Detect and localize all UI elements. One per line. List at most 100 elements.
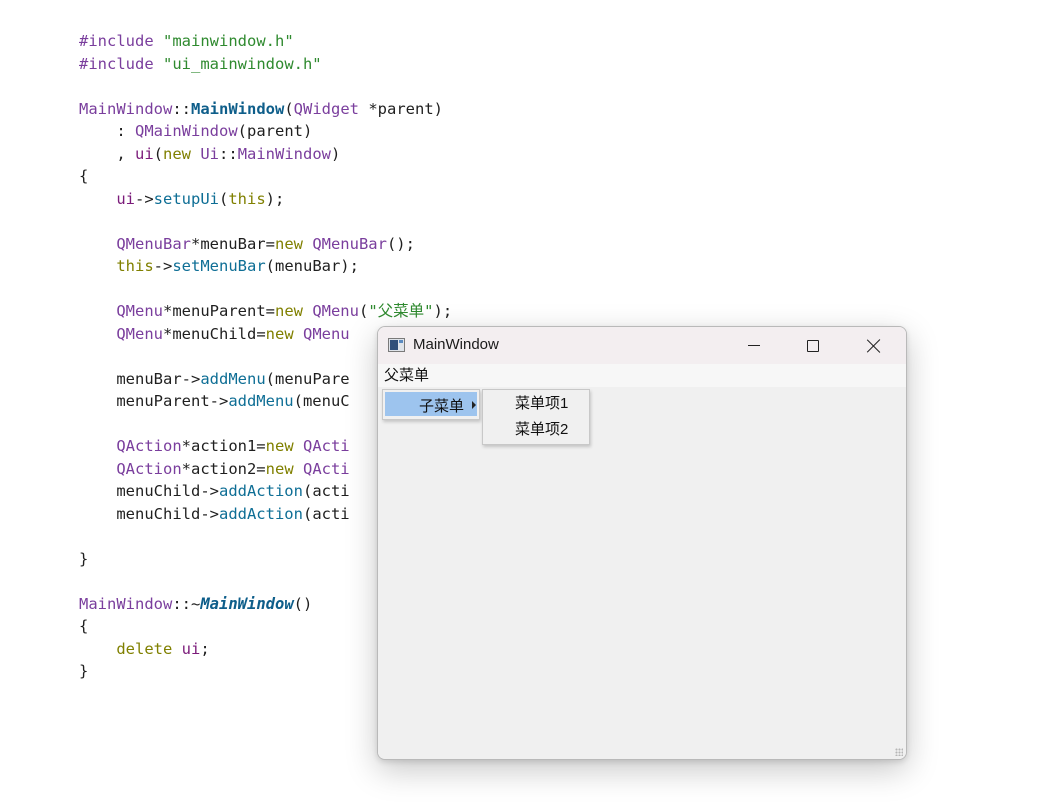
code-token: (menuC <box>293 392 350 410</box>
code-token: ) <box>331 144 341 163</box>
code-line: , ui(new Ui::MainWindow) <box>79 143 452 166</box>
app-icon <box>388 338 405 352</box>
code-token: "父菜单" <box>368 302 434 320</box>
code-token: ; <box>200 639 210 658</box>
code-token: menuChild-> <box>79 482 219 500</box>
code-token: (acti <box>302 504 350 523</box>
code-line: QMenu*menuParent=new QMenu("父菜单"); <box>79 300 452 323</box>
code-token: delete <box>116 639 182 658</box>
code-token: MainWindow <box>191 99 285 118</box>
code-token: new <box>265 459 303 478</box>
code-token: *action1= <box>181 437 266 455</box>
code-token: -> <box>153 257 173 275</box>
code-token: "ui_mainwindow.h" <box>163 54 322 73</box>
window-title: MainWindow <box>413 336 499 353</box>
code-token: QMenu <box>312 302 359 320</box>
code-token: new <box>265 437 303 455</box>
parent-menu-popup: 子菜单 <box>382 389 480 420</box>
code-token: MainWindow <box>79 594 173 613</box>
main-window: MainWindow 父菜单 子菜单 菜单项1 菜单项2 <box>377 326 907 760</box>
code-token: ); <box>265 189 285 208</box>
code-token: ( <box>153 144 164 163</box>
code-token: ( <box>284 99 294 118</box>
minimize-button[interactable] <box>724 327 784 364</box>
close-button[interactable] <box>844 327 904 364</box>
code-line: #include "mainwindow.h" <box>79 30 452 53</box>
code-line: ui->setupUi(this); <box>79 188 452 211</box>
menu-item-label: 子菜单 <box>419 398 465 415</box>
maximize-button[interactable] <box>783 327 843 364</box>
code-line: #include "ui_mainwindow.h" <box>79 53 452 76</box>
child-menu-popup: 菜单项1 菜单项2 <box>482 389 590 445</box>
code-token: } <box>79 662 89 680</box>
close-icon <box>867 339 881 353</box>
code-token: *menuChild= <box>163 324 266 343</box>
menu-item-action1[interactable]: 菜单项1 <box>515 394 568 414</box>
central-widget <box>378 387 906 759</box>
size-grip-icon[interactable] <box>895 748 903 756</box>
code-token: QActi <box>302 437 350 455</box>
code-line: MainWindow::MainWindow(QWidget *parent) <box>79 98 452 121</box>
code-token: setupUi <box>153 189 219 208</box>
code-token: QMenu <box>302 324 350 343</box>
code-token: *menuBar= <box>190 234 275 253</box>
code-token: Ui <box>200 144 220 163</box>
code-line: QMenuBar*menuBar=new QMenuBar(); <box>79 233 452 256</box>
code-token: QAction <box>116 459 182 478</box>
code-token: addAction <box>218 504 303 523</box>
code-token: this <box>116 257 154 275</box>
code-token: new <box>274 302 313 320</box>
code-token: this <box>228 189 266 208</box>
code-line: this->setMenuBar(menuBar); <box>79 255 452 278</box>
code-token: addAction <box>218 482 303 500</box>
code-token: MainWindow <box>200 594 294 613</box>
code-token: MainWindow <box>237 144 332 163</box>
code-token: menuChild-> <box>79 504 219 523</box>
maximize-icon <box>807 339 819 352</box>
minimize-icon <box>748 345 760 346</box>
code-token: *parent) <box>359 99 443 118</box>
code-line: { <box>79 165 452 188</box>
code-token: QAction <box>116 437 182 455</box>
code-line: : QMainWindow(parent) <box>79 120 452 143</box>
menu-item-action2[interactable]: 菜单项2 <box>515 420 568 440</box>
code-token: QWidget <box>293 99 359 118</box>
code-token: ui <box>135 144 154 163</box>
code-token: QMenu <box>116 302 163 320</box>
code-token: -> <box>135 189 154 208</box>
code-token: () <box>293 594 313 613</box>
code-token: QMenu <box>116 324 163 343</box>
code-token: addMenu <box>200 369 266 388</box>
code-token: ::~ <box>172 594 201 613</box>
submenu-arrow-icon <box>472 401 476 409</box>
code-token: new <box>274 234 313 253</box>
code-token: new <box>265 324 303 343</box>
code-token: QActi <box>302 459 350 478</box>
code-token: { <box>79 617 89 635</box>
code-token: menuParent-> <box>79 392 229 410</box>
code-token: QMainWindow <box>135 122 238 140</box>
code-token: (menuBar); <box>265 257 359 275</box>
code-token: : <box>79 122 135 140</box>
code-token: :: <box>219 144 238 163</box>
title-bar[interactable]: MainWindow <box>378 327 906 364</box>
menubar-item-parent-menu[interactable]: 父菜单 <box>382 366 431 385</box>
menu-item-submenu[interactable]: 子菜单 <box>385 392 477 416</box>
code-token: new <box>163 144 201 163</box>
code-token: #include <box>79 54 163 73</box>
code-token: #include <box>79 32 163 50</box>
code-token: QMenuBar <box>116 234 191 253</box>
code-token: MainWindow <box>79 99 173 118</box>
code-token: (menuPare <box>265 369 350 388</box>
code-token: addMenu <box>228 392 294 410</box>
code-token: menuBar-> <box>79 369 201 388</box>
